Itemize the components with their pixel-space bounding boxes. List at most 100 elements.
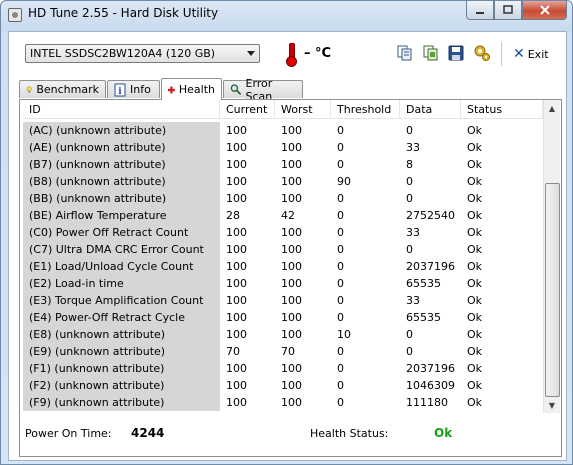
cell-current: 100	[226, 141, 247, 154]
copy-screenshot-icon[interactable]	[422, 44, 440, 62]
column-header-data[interactable]: Data	[400, 100, 461, 119]
column-header-id[interactable]: ID	[23, 100, 220, 119]
app-window: HD Tune 2.55 - Hard Disk Utility INTEL S…	[0, 0, 573, 465]
cell-worst: 100	[281, 124, 302, 137]
chevron-down-icon	[247, 51, 255, 56]
drive-select[interactable]: INTEL SSDSC2BW120A4 (120 GB)	[25, 44, 260, 63]
minimize-button[interactable]	[466, 1, 494, 20]
cell-worst: 100	[281, 328, 302, 341]
cell-worst: 100	[281, 396, 302, 409]
cell-threshold: 0	[337, 243, 344, 256]
table-row[interactable]: (AE) (unknown attribute) 100 100 0 33 Ok	[23, 139, 543, 156]
cell-status: Ok	[467, 379, 483, 392]
cell-data: 0	[406, 124, 413, 137]
cell-worst: 100	[281, 141, 302, 154]
cell-data: 65535	[406, 277, 441, 290]
cell-id: (AC) (unknown attribute)	[23, 122, 220, 139]
smart-attributes-table[interactable]: ID Current Worst Threshold Data Status (…	[23, 100, 543, 413]
scroll-up-arrow-icon[interactable]: ▲	[544, 100, 560, 116]
info-icon: i	[114, 83, 126, 97]
table-row[interactable]: (C0) Power Off Retract Count 100 100 0 33 Ok	[23, 224, 543, 241]
toolbar: INTEL SSDSC2BW120A4 (120 GB) – °C ✕ Exit	[9, 32, 566, 76]
cell-id: (F1) (unknown attribute)	[23, 360, 220, 377]
cell-status: Ok	[467, 175, 483, 188]
cell-worst: 100	[281, 192, 302, 205]
table-row[interactable]: (E3) Torque Amplification Count 100 100 0 33…	[23, 292, 543, 309]
exit-x-icon: ✕	[513, 46, 525, 62]
cell-id: (E4) Power-Off Retract Cycle	[23, 309, 220, 326]
table-row[interactable]: (BB) (unknown attribute) 100 100 0 0 Ok	[23, 190, 543, 207]
table-row[interactable]: (E9) (unknown attribute) 70 70 0 0 Ok	[23, 343, 543, 360]
magnifier-icon	[230, 84, 242, 95]
cell-threshold: 0	[337, 209, 344, 222]
cell-id: (BE) Airflow Temperature	[23, 207, 220, 224]
cell-threshold: 10	[337, 328, 351, 341]
table-row[interactable]: (E8) (unknown attribute) 100 100 10 0 Ok	[23, 326, 543, 343]
cell-worst: 100	[281, 311, 302, 324]
close-button[interactable]	[522, 1, 567, 20]
power-on-time-value: 4244	[131, 426, 165, 440]
cell-current: 100	[226, 311, 247, 324]
cell-current: 100	[226, 175, 247, 188]
table-row[interactable]: (C7) Ultra DMA CRC Error Count 100 100 0 0 Ok	[23, 241, 543, 258]
table-row[interactable]: (F1) (unknown attribute) 100 100 0 2037196 Ok	[23, 360, 543, 377]
maximize-button[interactable]	[494, 1, 522, 20]
cell-data: 0	[406, 175, 413, 188]
cell-current: 100	[226, 396, 247, 409]
health-status-value: Ok	[434, 426, 453, 440]
save-icon[interactable]	[447, 44, 465, 62]
table-row[interactable]: (AC) (unknown attribute) 100 100 0 0 Ok	[23, 122, 543, 139]
cell-status: Ok	[467, 345, 483, 358]
cell-id: (F9) (unknown attribute)	[23, 394, 220, 411]
svg-text:i: i	[118, 87, 122, 97]
cell-data: 1046309	[406, 379, 455, 392]
column-header-status[interactable]: Status	[461, 100, 543, 119]
cell-current: 100	[226, 328, 247, 341]
toolbar-separator	[501, 42, 502, 66]
cell-id: (B7) (unknown attribute)	[23, 156, 220, 173]
table-row[interactable]: (BE) Airflow Temperature 28 42 0 2752540 Ok	[23, 207, 543, 224]
close-icon	[539, 5, 550, 15]
cell-threshold: 0	[337, 192, 344, 205]
cell-current: 100	[226, 192, 247, 205]
cell-worst: 100	[281, 243, 302, 256]
scrollbar-thumb[interactable]	[545, 183, 560, 397]
column-header-threshold[interactable]: Threshold	[331, 100, 400, 119]
cell-data: 65535	[406, 311, 441, 324]
column-header-worst[interactable]: Worst	[275, 100, 331, 119]
table-row[interactable]: (E4) Power-Off Retract Cycle 100 100 0 65535…	[23, 309, 543, 326]
table-row[interactable]: (F2) (unknown attribute) 100 100 0 1046309 Ok	[23, 377, 543, 394]
table-row[interactable]: (F9) (unknown attribute) 100 100 0 111180 Ok	[23, 394, 543, 411]
cell-threshold: 0	[337, 226, 344, 239]
vertical-scrollbar[interactable]: ▲ ▼	[543, 100, 560, 413]
cell-worst: 100	[281, 362, 302, 375]
cell-threshold: 0	[337, 294, 344, 307]
maximize-icon	[503, 5, 513, 14]
options-gear-icon[interactable]	[473, 44, 491, 62]
table-row[interactable]: (E2) Load-in time 100 100 0 65535 Ok	[23, 275, 543, 292]
cell-current: 100	[226, 294, 247, 307]
exit-button[interactable]: ✕ Exit	[513, 46, 549, 62]
cell-status: Ok	[467, 277, 483, 290]
cell-threshold: 0	[337, 260, 344, 273]
scroll-down-arrow-icon[interactable]: ▼	[544, 397, 560, 413]
cell-id: (F2) (unknown attribute)	[23, 377, 220, 394]
title-bar[interactable]: HD Tune 2.55 - Hard Disk Utility	[1, 1, 572, 27]
cell-id: (C0) Power Off Retract Count	[23, 224, 220, 241]
cell-current: 100	[226, 158, 247, 171]
cell-threshold: 0	[337, 379, 344, 392]
cell-threshold: 0	[337, 311, 344, 324]
copy-info-icon[interactable]	[396, 44, 414, 62]
cell-current: 100	[226, 277, 247, 290]
tab-info[interactable]: i Info	[107, 80, 160, 98]
tab-error-scan[interactable]: Error Scan	[223, 77, 303, 103]
table-row[interactable]: (B8) (unknown attribute) 100 100 90 0 Ok	[23, 173, 543, 190]
table-row[interactable]: (E1) Load/Unload Cycle Count 100 100 0 20371…	[23, 258, 543, 275]
tab-benchmark[interactable]: Benchmark	[19, 80, 106, 98]
table-row[interactable]: (B7) (unknown attribute) 100 100 0 8 Ok	[23, 156, 543, 173]
tab-health[interactable]: Health	[161, 78, 222, 100]
column-header-current[interactable]: Current	[220, 100, 275, 119]
cell-current: 100	[226, 243, 247, 256]
cell-status: Ok	[467, 226, 483, 239]
cell-data: 33	[406, 141, 420, 154]
